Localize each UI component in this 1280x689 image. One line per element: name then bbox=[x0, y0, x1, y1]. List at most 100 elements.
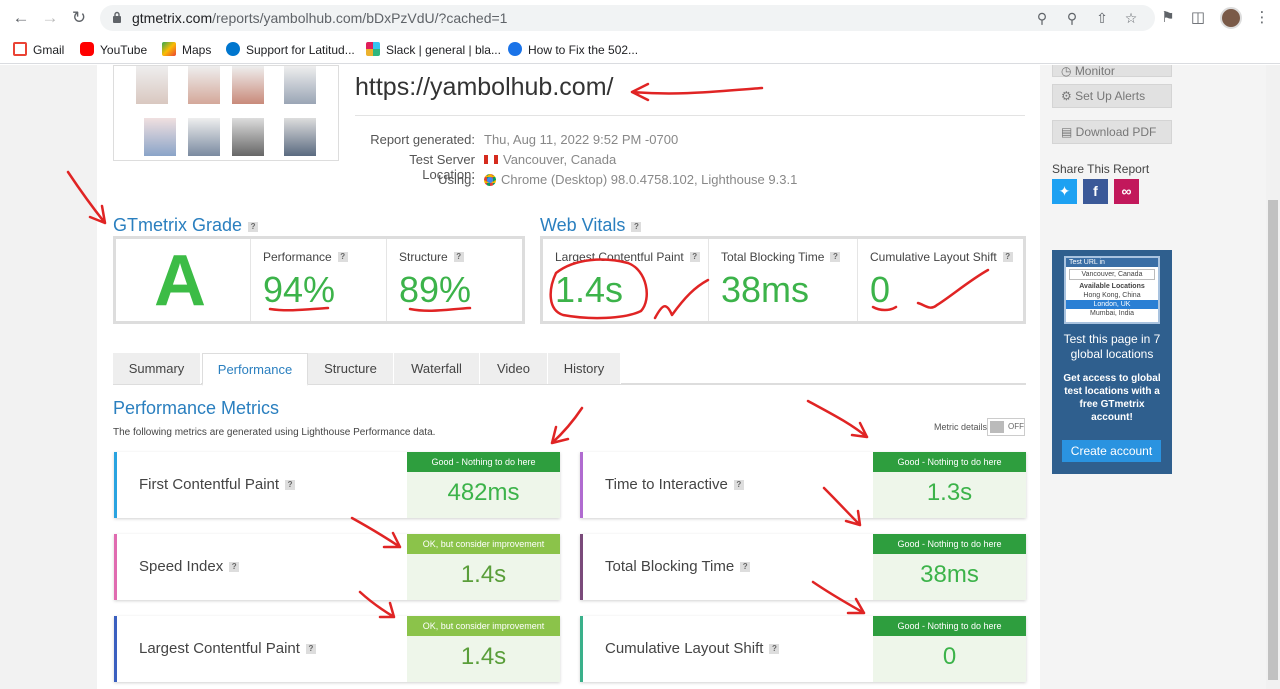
help-icon[interactable]: ? bbox=[733, 480, 744, 490]
performance-metrics-description: The following metrics are generated usin… bbox=[113, 427, 436, 438]
share-icon[interactable]: ⇧ bbox=[1093, 9, 1111, 27]
help-icon[interactable]: ? bbox=[229, 562, 240, 572]
metric-card-speed-index: Speed Index? OK, but consider improvemen… bbox=[114, 534, 560, 600]
twitter-icon[interactable]: ✦ bbox=[1052, 179, 1077, 204]
performance-metrics-title: Performance Metrics bbox=[113, 398, 280, 418]
help-icon[interactable]: ? bbox=[769, 644, 780, 654]
metric-details-toggle[interactable]: OFF bbox=[987, 418, 1025, 436]
chrome-icon bbox=[484, 174, 496, 186]
bell-icon: ⚙ bbox=[1061, 89, 1076, 103]
bookmarks-bar: Gmail YouTube Maps Support for Latitud..… bbox=[0, 36, 1280, 64]
pdf-icon: ▤ bbox=[1061, 125, 1076, 139]
divider bbox=[355, 115, 1025, 116]
help-icon[interactable]: ? bbox=[337, 252, 348, 262]
bookmark-502[interactable]: How to Fix the 502... bbox=[508, 41, 638, 59]
metric-label: Time to Interactive? bbox=[605, 476, 744, 493]
tab-video[interactable]: Video bbox=[480, 353, 548, 384]
locations-promo: Test URL in Vancouver, Canada Available … bbox=[1052, 250, 1172, 474]
metric-value: 1.4s bbox=[460, 643, 507, 670]
gtmetrix-grade-title: GTmetrix Grade? bbox=[113, 215, 259, 236]
help-icon[interactable]: ? bbox=[830, 252, 841, 262]
avatar[interactable] bbox=[1220, 7, 1242, 29]
zoom-icon[interactable]: ⚲ bbox=[1063, 9, 1081, 27]
grade-letter: A bbox=[154, 241, 206, 321]
status-badge: OK, but consider improvement bbox=[407, 534, 560, 554]
help-icon[interactable]: ? bbox=[305, 644, 316, 654]
help-icon[interactable]: ? bbox=[631, 222, 642, 232]
help-icon[interactable]: ? bbox=[689, 252, 700, 262]
metric-card-cls: Cumulative Layout Shift? Good - Nothing … bbox=[580, 616, 1026, 682]
youtube-icon bbox=[80, 42, 94, 56]
set-up-alerts-button[interactable]: ⚙ Set Up Alerts bbox=[1052, 84, 1172, 108]
structure-label: Structure? bbox=[399, 250, 464, 264]
key-icon[interactable]: ⚲ bbox=[1033, 9, 1051, 27]
sidepanel-icon[interactable]: ◫ bbox=[1188, 8, 1208, 28]
status-badge: OK, but consider improvement bbox=[407, 616, 560, 636]
tab-summary[interactable]: Summary bbox=[113, 353, 201, 384]
help-icon[interactable]: ? bbox=[1002, 252, 1013, 262]
tab-waterfall[interactable]: Waterfall bbox=[394, 353, 480, 384]
scrollbar-thumb[interactable] bbox=[1268, 200, 1278, 680]
star-icon[interactable]: ☆ bbox=[1122, 9, 1140, 27]
slack-icon bbox=[366, 42, 380, 56]
tab-structure[interactable]: Structure bbox=[308, 353, 394, 384]
download-pdf-button[interactable]: ▤ Download PDF bbox=[1052, 120, 1172, 144]
metric-card-tbt: Total Blocking Time? Good - Nothing to d… bbox=[580, 534, 1026, 600]
mini-location: London, UK bbox=[1066, 300, 1158, 309]
performance-score-cell: Performance? 94% bbox=[251, 239, 387, 321]
address-bar[interactable]: gtmetrix.com/reports/yambolhub.com/bDxPz… bbox=[100, 5, 1155, 31]
tab-performance[interactable]: Performance bbox=[202, 353, 308, 386]
mini-location: Hong Kong, China bbox=[1083, 292, 1141, 299]
metric-value: 1.4s bbox=[460, 561, 507, 588]
vital-lcp: Largest Contentful Paint? 1.4s bbox=[543, 239, 709, 321]
bookmark-dell-support[interactable]: Support for Latitud... bbox=[226, 41, 355, 59]
help-icon[interactable]: ? bbox=[740, 562, 751, 572]
link-icon[interactable]: ∞ bbox=[1114, 179, 1139, 204]
metric-label: Speed Index? bbox=[139, 558, 240, 575]
promo-body: Get access to global test locations with… bbox=[1063, 373, 1161, 423]
status-badge: Good - Nothing to do here bbox=[873, 616, 1026, 636]
meta-label-report-generated: Report generated: bbox=[370, 132, 475, 147]
report-site-url[interactable]: https://yambolhub.com/ bbox=[355, 73, 613, 102]
help-icon[interactable]: ? bbox=[453, 252, 464, 262]
performance-label: Performance? bbox=[263, 250, 348, 264]
site-icon bbox=[508, 42, 522, 56]
bookmark-youtube[interactable]: YouTube bbox=[80, 41, 147, 59]
share-report-label: Share This Report bbox=[1052, 162, 1150, 176]
help-icon[interactable]: ? bbox=[285, 480, 296, 490]
page-viewport: https://yambolhub.com/ Report generated:… bbox=[0, 65, 1280, 689]
bookmark-maps[interactable]: Maps bbox=[162, 41, 211, 59]
metric-value: 482ms bbox=[447, 479, 520, 506]
metric-details-label: Metric details bbox=[934, 422, 988, 432]
reload-icon[interactable]: ↻ bbox=[68, 7, 90, 29]
vital-label: Cumulative Layout Shift? bbox=[870, 250, 1013, 264]
web-vitals-box: Largest Contentful Paint? 1.4s Total Blo… bbox=[540, 236, 1026, 324]
gtmetrix-grade-box: A Performance? 94% Structure? 89% bbox=[113, 236, 525, 324]
report-tabs: Summary Performance Structure Waterfall … bbox=[113, 353, 1026, 386]
create-account-button[interactable]: Create account bbox=[1062, 440, 1161, 462]
mini-available: Available Locations bbox=[1079, 283, 1145, 290]
help-icon[interactable]: ? bbox=[248, 222, 259, 232]
forward-arrow-icon[interactable]: → bbox=[39, 7, 61, 29]
mini-current: Vancouver, Canada bbox=[1069, 269, 1155, 280]
metric-value: 1.3s bbox=[926, 479, 973, 506]
url-text: gtmetrix.com/reports/yambolhub.com/bDxPz… bbox=[132, 10, 508, 26]
structure-score-cell: Structure? 89% bbox=[387, 239, 522, 321]
page-screenshot-thumbnail bbox=[113, 65, 339, 161]
performance-value: 94% bbox=[263, 269, 336, 310]
monitor-button[interactable]: ◷ Monitor bbox=[1052, 65, 1172, 78]
structure-value: 89% bbox=[399, 269, 472, 310]
meta-value-report-generated: Thu, Aug 11, 2022 9:52 PM -0700 bbox=[484, 132, 679, 147]
tab-history[interactable]: History bbox=[548, 353, 621, 384]
vital-value: 0 bbox=[870, 269, 891, 310]
back-arrow-icon[interactable]: ← bbox=[10, 7, 32, 29]
menu-icon[interactable]: ⋮ bbox=[1252, 8, 1272, 28]
extensions-icon[interactable]: ⚑ bbox=[1158, 8, 1178, 28]
monitor-icon: ◷ bbox=[1061, 65, 1075, 78]
vital-value: 1.4s bbox=[555, 269, 624, 310]
bookmark-slack[interactable]: Slack | general | bla... bbox=[366, 41, 501, 59]
facebook-icon[interactable]: f bbox=[1083, 179, 1108, 204]
bookmark-gmail[interactable]: Gmail bbox=[13, 41, 64, 59]
promo-headline: Test this page in 7 global locations bbox=[1063, 332, 1161, 361]
canada-flag-icon bbox=[484, 155, 498, 164]
